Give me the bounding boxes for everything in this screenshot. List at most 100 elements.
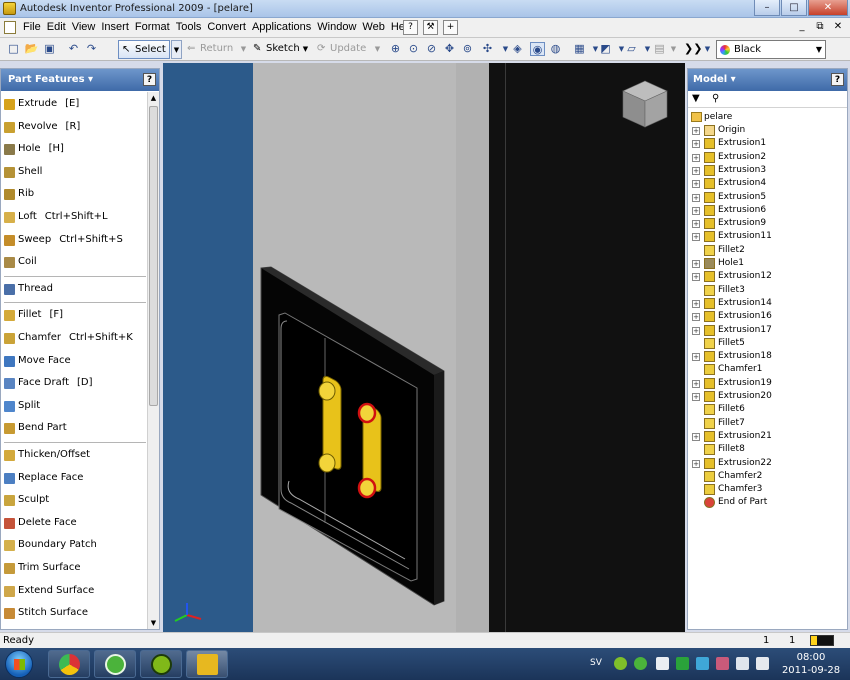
expand-icon[interactable]: + (692, 326, 700, 335)
expand-icon[interactable]: + (692, 313, 700, 322)
tree-node-fillet3[interactable]: Fillet3 (691, 284, 841, 297)
feature-sculpt[interactable]: Sculpt (3, 490, 147, 510)
rotate-icon[interactable]: ✣ (480, 42, 495, 56)
feature-delete-face[interactable]: Delete Face (3, 513, 147, 533)
color-style-dropdown[interactable]: Black ▼ (716, 40, 826, 59)
menu-edit[interactable]: Edit (44, 21, 69, 33)
menu-insert[interactable]: Insert (98, 21, 132, 33)
expand-icon[interactable]: + (692, 379, 700, 388)
expand-icon[interactable]: + (692, 273, 700, 282)
open-icon[interactable]: 📂 (24, 42, 39, 56)
tree-node-extrusion5[interactable]: + Extrusion5 (691, 191, 841, 204)
tree-node-extrusion3[interactable]: + Extrusion3 (691, 164, 841, 177)
doc-restore-button[interactable]: ⧉ (812, 20, 828, 34)
feature-split[interactable]: Split (3, 396, 147, 416)
tree-node-extrusion12[interactable]: + Extrusion12 (691, 270, 841, 283)
look-at-icon[interactable]: ◈ (510, 42, 525, 56)
feature-replace-face[interactable]: Replace Face (3, 468, 147, 488)
feature-loft[interactable]: Loft Ctrl+Shift+L (3, 207, 147, 227)
return-dropdown-arrow[interactable]: ▼ (238, 40, 249, 59)
inventor-taskbar-button[interactable] (186, 650, 228, 678)
tree-node-extrusion11[interactable]: + Extrusion11 (691, 230, 841, 243)
tree-node-hole1[interactable]: + Hole1 (691, 257, 841, 270)
expand-icon[interactable]: + (692, 260, 700, 268)
tree-node-extrusion6[interactable]: + Extrusion6 (691, 204, 841, 217)
tree-node-extrusion21[interactable]: + Extrusion21 (691, 430, 841, 443)
feature-fillet[interactable]: Fillet [F] (3, 305, 147, 325)
inventor-app-icon[interactable] (3, 2, 16, 15)
menu-web[interactable]: Web (359, 21, 387, 33)
feature-thicken-offset[interactable]: Thicken/Offset (3, 445, 147, 465)
expand-icon[interactable]: + (692, 193, 700, 202)
update-button[interactable]: ⟳ Update (314, 40, 370, 59)
tree-node-extrusion1[interactable]: + Extrusion1 (691, 137, 841, 150)
doc-minimize-button[interactable]: _ (794, 20, 810, 34)
network-tray-icon[interactable] (696, 657, 709, 670)
model-browser-header[interactable]: Model ▾ ? (688, 69, 847, 91)
spotify-taskbar-button[interactable] (140, 650, 182, 678)
menu-file[interactable]: File (20, 21, 44, 33)
shadow-icon[interactable]: ▦ (572, 42, 587, 56)
undo-icon[interactable]: ↶ (66, 42, 81, 56)
menu-window[interactable]: Window (314, 21, 359, 33)
feature-bend-part[interactable]: Bend Part (3, 418, 147, 438)
expand-icon[interactable]: + (692, 220, 700, 229)
zoom-all-icon[interactable]: ⊕ (388, 42, 403, 56)
expand-icon[interactable]: + (692, 166, 700, 175)
app-tray-icon[interactable] (716, 657, 729, 670)
tree-node-extrusion19[interactable]: + Extrusion19 (691, 377, 841, 390)
tree-node-fillet7[interactable]: Fillet7 (691, 417, 841, 430)
expand-icon[interactable]: + (692, 353, 700, 362)
zoom-window-icon[interactable]: ⊙ (406, 42, 421, 56)
update-dropdown-arrow[interactable]: ▼ (372, 40, 383, 59)
feature-hole[interactable]: Hole [H] (3, 139, 147, 159)
tree-node-origin[interactable]: + Origin (691, 124, 841, 137)
doc-close-button[interactable]: ✕ (830, 20, 846, 34)
select-button[interactable]: ↖ Select (118, 40, 170, 59)
tree-node-extrusion16[interactable]: + Extrusion16 (691, 310, 841, 323)
tree-node-fillet2[interactable]: Fillet2 (691, 244, 841, 257)
zoom-selected-icon[interactable]: ⊚ (460, 42, 475, 56)
new-icon[interactable]: □ (6, 42, 21, 56)
utorrent-taskbar-button[interactable] (94, 650, 136, 678)
flag-icon[interactable] (656, 657, 669, 670)
language-indicator[interactable]: SV (590, 658, 602, 668)
tree-node-extrusion22[interactable]: + Extrusion22 (691, 457, 841, 470)
whats-this-icon[interactable]: ? (403, 20, 418, 35)
tree-node-chamfer2[interactable]: Chamfer2 (691, 470, 841, 483)
scroll-thumb[interactable] (149, 106, 158, 406)
document-icon[interactable] (4, 21, 16, 34)
filter-icon[interactable]: ▼ (692, 93, 700, 104)
feature-extend-surface[interactable]: Extend Surface (3, 581, 147, 601)
expand-icon[interactable]: + (692, 299, 700, 308)
display-mode-icon[interactable]: ◍ (548, 42, 563, 56)
tools-icon[interactable]: ⚒ (423, 20, 438, 35)
maximize-button[interactable]: □ (781, 0, 807, 16)
tree-node-fillet6[interactable]: Fillet6 (691, 403, 841, 416)
feature-revolve[interactable]: Revolve [R] (3, 117, 147, 137)
add-icon[interactable]: + (443, 20, 458, 35)
feature-thread[interactable]: Thread (3, 279, 147, 299)
help-icon[interactable]: ? (831, 73, 844, 86)
expand-icon[interactable]: + (692, 432, 700, 441)
security-icon[interactable] (676, 657, 689, 670)
tree-node-end-of-part[interactable]: End of Part (691, 496, 841, 509)
menu-convert[interactable]: Convert (204, 21, 249, 33)
pan-icon[interactable]: ✥ (442, 42, 457, 56)
feature-move-face[interactable]: Move Face (3, 351, 147, 371)
analysis-icon[interactable]: ▤ (652, 42, 667, 56)
menu-tools[interactable]: Tools (173, 21, 205, 33)
tree-node-fillet5[interactable]: Fillet5 (691, 337, 841, 350)
section-view-icon[interactable]: ▱ (624, 42, 639, 56)
utorrent-tray-icon[interactable] (634, 657, 647, 670)
redo-icon[interactable]: ↷ (84, 42, 99, 56)
toolbar-options-arrow[interactable]: ▼ (700, 42, 715, 56)
monitor-icon[interactable] (736, 657, 749, 670)
find-icon[interactable]: ⚲ (712, 93, 719, 104)
feature-trim-surface[interactable]: Trim Surface (3, 558, 147, 578)
viewcube-icon[interactable] (617, 77, 673, 133)
close-button[interactable]: ✕ (808, 0, 848, 16)
menu-format[interactable]: Format (132, 21, 173, 33)
tree-node-fillet8[interactable]: Fillet8 (691, 443, 841, 456)
feature-sweep[interactable]: Sweep Ctrl+Shift+S (3, 230, 147, 250)
